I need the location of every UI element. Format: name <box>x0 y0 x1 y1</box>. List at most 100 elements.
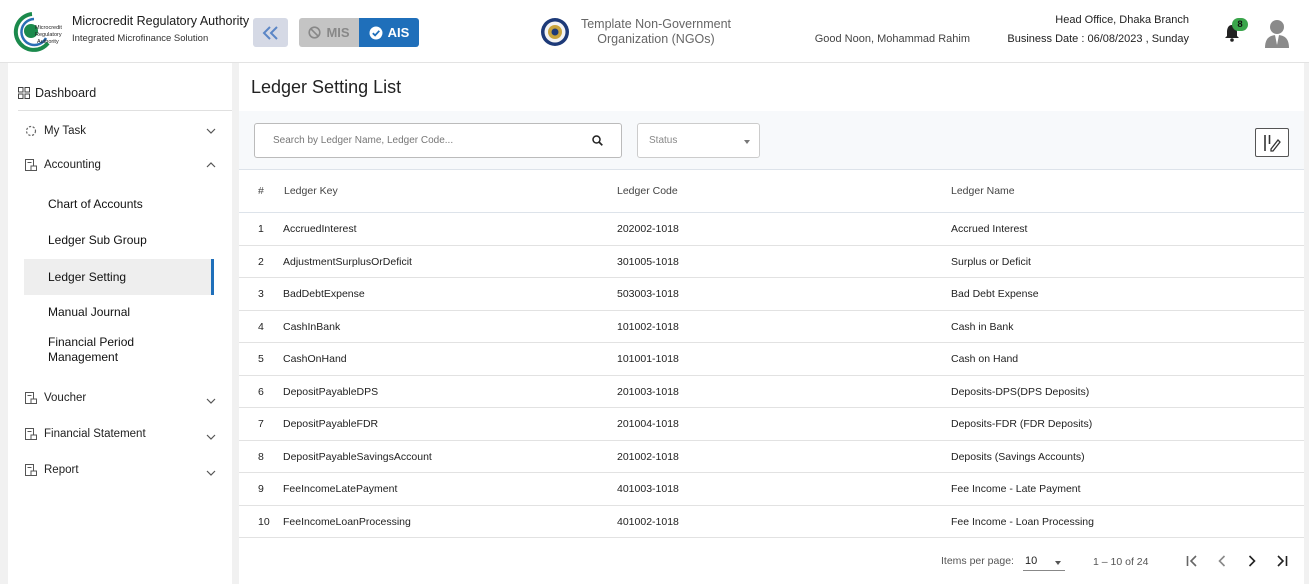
sidebar-item-label: My Task <box>44 125 86 137</box>
table-row[interactable]: 2 AdjustmentSurplusOrDeficit 301005-1018 Su… <box>239 246 1304 278</box>
block-icon <box>308 26 322 39</box>
sidebar-subitem-label: Financial Period Management <box>48 335 135 364</box>
sidebar-item-report[interactable]: Report <box>8 460 232 480</box>
chevron-down-icon <box>206 470 216 476</box>
sidebar-item-dashboard[interactable]: Dashboard <box>8 83 232 103</box>
sidebar-subitem-label: Ledger Sub Group <box>48 233 147 247</box>
cell-ledger-name: Deposits (Savings Accounts) <box>951 450 1085 463</box>
cell-ledger-key: FeeIncomeLatePayment <box>283 483 398 495</box>
cell-ledger-key: CashInBank <box>283 320 341 333</box>
user-avatar-icon[interactable] <box>1264 18 1290 48</box>
sidebar-subitem-manual-journal[interactable]: Manual Journal <box>24 301 214 323</box>
cell-ledger-code: 201004-1018 <box>617 418 679 430</box>
search-icon[interactable] <box>592 135 603 146</box>
cell-ledger-code: 401002-1018 <box>617 515 679 528</box>
sidebar-subitem-label: Manual Journal <box>48 305 131 319</box>
cell-ledger-key: BadDebtExpense <box>283 288 365 300</box>
page-range-label: 1 – 10 of 24 <box>1093 556 1149 568</box>
sidebar-item-label: Financial Statement <box>44 428 146 440</box>
template-org-line2: Organization (NGOs) <box>597 32 715 46</box>
search-input[interactable] <box>255 124 585 157</box>
sidebar-item-label: Voucher <box>44 392 87 404</box>
table-row[interactable]: 3 BadDebtExpense 503003-1018 Bad Debt Expen… <box>239 278 1304 311</box>
table-row[interactable]: 5 CashOnHand 101001-1018 Cash on Hand <box>239 343 1304 376</box>
table-row[interactable]: 9 FeeIncomeLatePayment 401003-1018 Fee Inco… <box>239 473 1304 506</box>
org-name: Microcredit Regulatory Authority <box>72 14 250 28</box>
sidebar-subitem-ledger-sub-group[interactable]: Ledger Sub Group <box>24 229 214 251</box>
search-box <box>254 123 622 158</box>
table-row[interactable]: 6 DepositPayableDPS 201003-1018 Deposits-DP… <box>239 376 1304 408</box>
cell-ledger-code: 503003-1018 <box>617 288 679 300</box>
table-row[interactable]: 4 CashInBank 101002-1018 Cash in Bank <box>239 311 1304 343</box>
chevron-down-icon <box>206 128 216 134</box>
table-row[interactable]: 7 DepositPayableFDR 201004-1018 Deposits-FD… <box>239 408 1304 441</box>
double-chevron-left-icon <box>262 25 278 40</box>
status-select[interactable]: Status <box>637 123 760 158</box>
page-title: Ledger Setting List <box>251 77 402 97</box>
main-panel: Ledger Setting List Status # Ledger Key … <box>239 63 1304 584</box>
ledger-icon <box>25 159 37 171</box>
cell-ledger-code: 301005-1018 <box>617 255 679 268</box>
cell-ledger-name: Bad Debt Expense <box>951 288 1039 300</box>
svg-text:Microcredit: Microcredit <box>35 25 62 31</box>
cell-number: 3 <box>258 288 264 300</box>
sidebar-item-accounting[interactable]: Accounting <box>8 155 232 175</box>
column-settings-button[interactable] <box>1255 128 1289 157</box>
mis-mode-button[interactable]: MIS <box>299 18 359 47</box>
items-per-page-label: Items per page: <box>941 555 1014 567</box>
notification-badge: 8 <box>1232 18 1248 31</box>
mra-logo: Microcredit Regulatory Authority <box>13 12 62 52</box>
column-header-ledger-code[interactable]: Ledger Code <box>617 185 678 197</box>
cell-ledger-name: Deposits-FDR (FDR Deposits) <box>951 418 1093 430</box>
cell-number: 1 <box>258 223 264 235</box>
cell-ledger-code: 101002-1018 <box>617 320 679 333</box>
status-placeholder: Status <box>649 135 678 146</box>
table-row[interactable]: 10 FeeIncomeLoanProcessing 401002-1018 Fee … <box>239 506 1304 538</box>
table-row[interactable]: 1 AccruedInterest 202002-1018 Accrued Inter… <box>239 213 1304 246</box>
paginator: Items per page: 10 1 – 10 of 24 <box>239 539 1304 584</box>
next-page-icon[interactable] <box>1244 553 1260 569</box>
sidebar-item-my-task[interactable]: My Task <box>8 121 232 141</box>
chevron-up-icon <box>206 162 216 168</box>
cell-number: 2 <box>258 255 264 268</box>
cell-ledger-name: Accrued Interest <box>951 223 1028 235</box>
sidebar-subitem-chart-of-accounts[interactable]: Chart of Accounts <box>24 193 214 215</box>
cell-ledger-name: Deposits-DPS(DPS Deposits) <box>951 385 1090 398</box>
column-header-number: # <box>258 185 264 197</box>
column-header-ledger-name[interactable]: Ledger Name <box>951 185 1015 197</box>
sidebar-subitem-ledger-setting[interactable]: Ledger Setting <box>24 259 214 295</box>
svg-text:Regulatory: Regulatory <box>35 32 62 38</box>
divider <box>18 110 232 111</box>
cell-number: 9 <box>258 483 264 495</box>
column-header-ledger-key[interactable]: Ledger Key <box>284 185 338 197</box>
sidebar-item-voucher[interactable]: Voucher <box>8 388 232 408</box>
collapse-sidebar-button[interactable] <box>253 18 288 47</box>
cell-ledger-code: 101001-1018 <box>617 353 679 365</box>
ais-mode-button[interactable]: AIS <box>359 18 419 47</box>
cell-number: 10 <box>258 515 270 528</box>
ledger-icon <box>25 428 37 440</box>
cell-ledger-key: DepositPayableDPS <box>283 385 379 398</box>
ledger-icon <box>25 392 37 404</box>
sidebar-subitem-financial-period[interactable]: Financial Period Management <box>24 333 214 367</box>
cell-ledger-code: 401003-1018 <box>617 483 679 495</box>
mis-label: MIS <box>326 25 350 40</box>
cell-ledger-key: DepositPayableFDR <box>283 418 379 430</box>
cell-ledger-name: Fee Income - Late Payment <box>951 483 1081 495</box>
sidebar-item-label: Dashboard <box>35 86 97 100</box>
cell-ledger-key: AccruedInterest <box>283 223 357 235</box>
first-page-icon[interactable] <box>1184 553 1200 569</box>
sidebar-item-financial-statement[interactable]: Financial Statement <box>8 424 232 444</box>
items-per-page-select[interactable]: 10 <box>1023 553 1065 571</box>
last-page-icon[interactable] <box>1274 553 1290 569</box>
previous-page-icon[interactable] <box>1214 553 1230 569</box>
dropdown-caret-icon <box>1055 561 1061 565</box>
cell-ledger-code: 201002-1018 <box>617 450 679 463</box>
cell-ledger-key: FeeIncomeLoanProcessing <box>283 515 411 528</box>
office-branch: Head Office, Dhaka Branch <box>1055 14 1189 26</box>
org-subtitle: Integrated Microfinance Solution <box>72 33 209 44</box>
table-row[interactable]: 8 DepositPayableSavingsAccount 201002-1018… <box>239 441 1304 473</box>
cell-number: 4 <box>258 320 264 333</box>
business-date: Business Date : 06/08/2023 , Sunday <box>1007 33 1189 45</box>
cell-ledger-name: Fee Income - Loan Processing <box>951 515 1094 528</box>
